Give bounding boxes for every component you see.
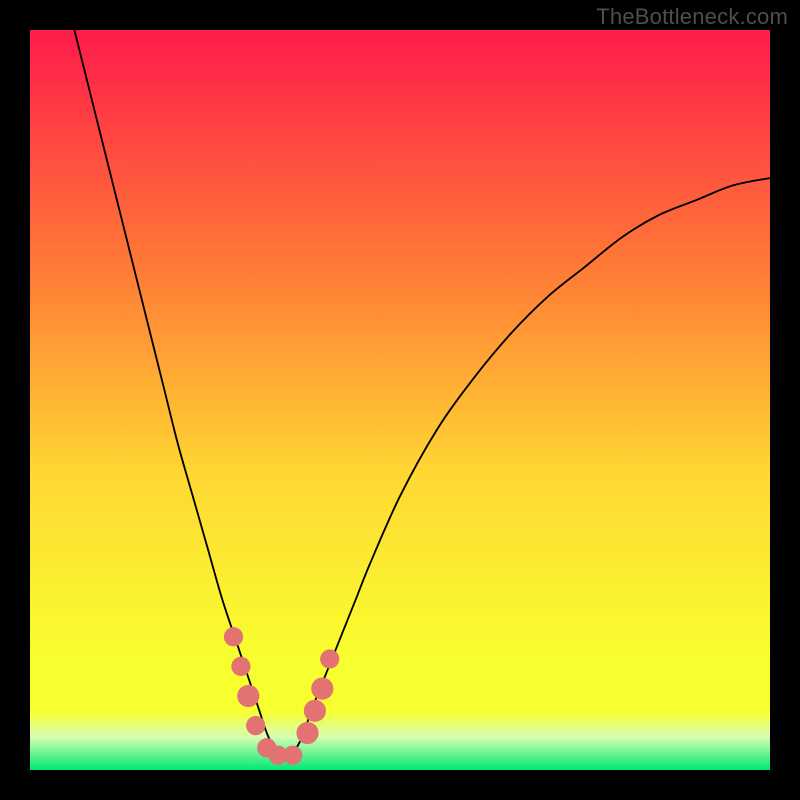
marker-dot — [237, 685, 259, 707]
marker-dot — [320, 649, 339, 668]
marker-dot — [283, 746, 302, 765]
marker-dot — [304, 700, 326, 722]
marker-dot — [296, 722, 318, 744]
marker-dot — [246, 716, 265, 735]
bottleneck-curve — [74, 30, 770, 756]
marker-dot — [231, 657, 250, 676]
plot-area — [30, 30, 770, 770]
marker-dot — [311, 678, 333, 700]
curve-layer — [30, 30, 770, 770]
curve-markers — [224, 627, 339, 765]
outer-frame: TheBottleneck.com — [0, 0, 800, 800]
marker-dot — [224, 627, 243, 646]
watermark-text: TheBottleneck.com — [596, 4, 788, 30]
